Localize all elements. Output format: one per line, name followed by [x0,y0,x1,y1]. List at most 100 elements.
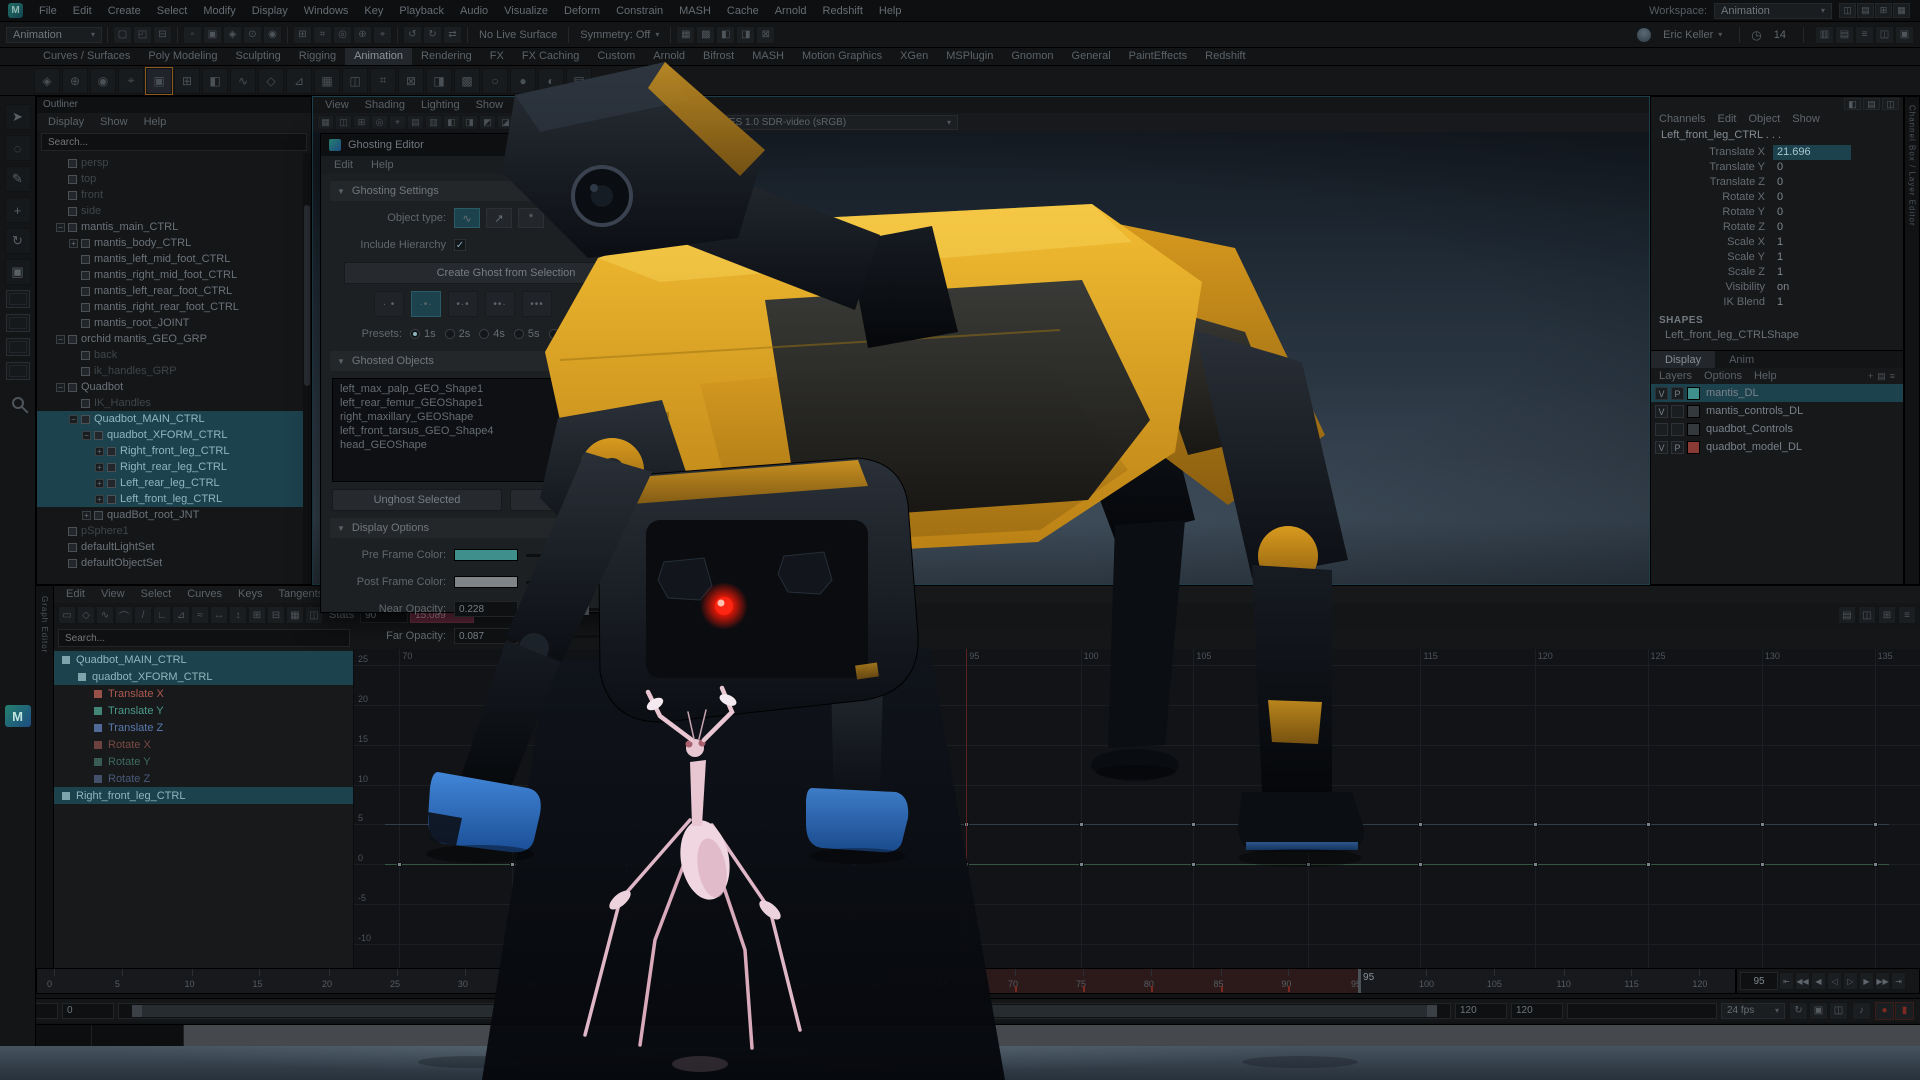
menu-item[interactable]: File [31,0,65,22]
outliner-item[interactable]: − Quadbot [37,379,311,395]
channelbox-side-tab[interactable]: Channel Box / Layer Editor [1904,96,1920,585]
viewport-toolbar-icon[interactable]: ⌖ [389,115,406,130]
layout-single-pane-button[interactable] [6,290,30,308]
graph-tool-icon[interactable]: ▦ [286,606,304,624]
keyframe-dot[interactable] [397,862,402,867]
viewport-toolbar-icon[interactable]: ◫ [335,115,352,130]
layer-visibility-toggle[interactable] [1655,423,1668,436]
symmetry-selector[interactable]: Symmetry: Off ▾ [574,29,665,41]
channelbox-menu-item[interactable]: Object [1748,111,1780,127]
menu-item[interactable]: Redshift [815,0,871,22]
preset-radio-option[interactable]: 10s [549,328,581,340]
channel-attribute-label[interactable]: Rotate X [1651,190,1773,205]
playback-option-icon[interactable]: ▣ [1809,1002,1828,1020]
shape-node-name[interactable]: Left_front_leg_CTRLShape [1651,328,1903,342]
shelf-tool-icon[interactable]: ▩ [454,68,480,94]
channel-attribute-label[interactable]: IK Blend [1651,295,1773,310]
keyframe-dot[interactable] [852,862,857,867]
viewport-toolbar-icon[interactable]: ⊞ [353,115,370,130]
shelf-tool-icon[interactable]: ◧ [202,68,228,94]
menubar-icon[interactable]: ◫ [1839,3,1856,18]
playback-button[interactable]: ▶ [1859,972,1874,990]
outliner-item[interactable]: mantis_left_mid_foot_CTRL [37,251,311,267]
unghost-selected-button[interactable]: Unghost Selected [332,489,502,511]
channel-attribute-value[interactable]: 0 [1773,175,1851,190]
channelbox-display-icon[interactable]: ▤ [1863,98,1880,110]
timeline-playhead[interactable]: 95 [1358,969,1361,993]
colorspace-selector[interactable]: ACES 1.0 SDR-video (sRGB) ▾ [708,115,958,130]
viewport-toolbar-icon[interactable]: ● [587,115,604,130]
expand-toggle-icon[interactable] [56,207,65,216]
menu-item[interactable]: Windows [296,0,357,22]
shelf-tool-icon[interactable]: ◈ [34,68,60,94]
channelbox-menu-item[interactable]: Channels [1659,111,1705,127]
playback-option-icon[interactable]: ↻ [1789,1002,1808,1020]
channel-attribute-label[interactable]: Translate Z [1651,175,1773,190]
ghosted-object-item[interactable]: left_rear_femur_GEOShape1 [340,397,672,410]
channelbox-menu-item[interactable]: Edit [1717,111,1736,127]
animation-curve[interactable] [385,864,1888,865]
expand-toggle-icon[interactable] [56,175,65,184]
channel-attribute-value[interactable]: 1 [1773,265,1851,280]
channel-attribute-label[interactable]: Scale Y [1651,250,1773,265]
snap-icon[interactable]: ⌗ [313,26,332,44]
snap-icon[interactable]: ⊞ [293,26,312,44]
ghosted-object-item[interactable]: head_GEOShape [340,439,672,452]
tool-icon[interactable]: ▣ [5,259,31,285]
animation-curve[interactable] [385,824,1888,825]
shelf-tab[interactable]: FX Caching [513,48,588,65]
outliner-menu-item[interactable]: Display [41,113,91,131]
outliner-item[interactable]: − quadbot_XFORM_CTRL [37,427,311,443]
layer-color-swatch[interactable] [1687,441,1700,454]
shelf-tab[interactable]: PaintEffects [1120,48,1197,65]
shelf-tab[interactable]: Bifrost [694,48,743,65]
channelbox-display-icon[interactable]: ◫ [1882,98,1899,110]
selection-mask-icon[interactable]: ⊙ [243,26,262,44]
shelf-tool-icon[interactable]: ◫ [342,68,368,94]
shelf-tool-icon[interactable]: ● [510,68,536,94]
menu-item[interactable]: Select [149,0,196,22]
outliner-search-input[interactable] [41,133,307,151]
pre-frame-color-slider[interactable] [526,554,674,557]
magnifier-icon[interactable] [12,397,24,409]
viewport-toolbar-icon[interactable]: ◈ [551,115,568,130]
expand-toggle-icon[interactable] [69,287,78,296]
expand-toggle-icon[interactable]: − [56,383,65,392]
menu-item[interactable]: MASH [671,0,719,22]
menubar-icon[interactable]: ▦ [1893,3,1910,18]
ghosted-objects-list[interactable]: left_max_palp_GEO_Shape1left_rear_femur_… [332,378,680,482]
layer-visibility-toggle[interactable]: V [1655,441,1668,454]
graph-search-input[interactable] [58,629,350,647]
channel-attribute-value[interactable]: 0 [1773,220,1851,235]
viewport-menu-item[interactable]: Shading [357,97,413,113]
viewport-toolbar-icon[interactable]: ⊠ [533,115,550,130]
expand-toggle-icon[interactable] [69,351,78,360]
graph-tool-icon[interactable]: ∿ [96,606,114,624]
sidebar-toggle-icon[interactable]: ◫ [1875,26,1894,44]
shelf-tab[interactable]: Sculpting [227,48,290,65]
unghost-all-button[interactable]: Unghost All [510,489,680,511]
graph-editor-menu-item[interactable]: Edit [58,586,93,603]
keyframe-dot[interactable] [1873,822,1878,827]
layer-color-swatch[interactable] [1687,405,1700,418]
expand-toggle-icon[interactable]: − [56,335,65,344]
window-menu-item[interactable]: Help [362,156,403,174]
layout-outliner-persp-button[interactable] [6,362,30,380]
channel-attribute-label[interactable]: Rotate Z [1651,220,1773,235]
keyframe-dot[interactable] [1646,822,1651,827]
expand-toggle-icon[interactable] [56,559,65,568]
shelf-tool-icon[interactable]: ▣ [146,68,172,94]
menu-item[interactable]: Arnold [767,0,815,22]
render-toolbar-icon[interactable]: ◧ [716,26,735,44]
shelf-tab[interactable]: Curves / Surfaces [34,48,139,65]
menu-item[interactable]: Edit [65,0,100,22]
expand-toggle-icon[interactable]: + [95,463,104,472]
keyframe-dot[interactable] [737,862,742,867]
ghosted-object-item[interactable]: left_front_tarsus_GEO_Shape4 [340,425,672,438]
expand-toggle-icon[interactable] [56,527,65,536]
ghost-preset-icon[interactable]: ·•· [411,291,441,317]
menu-item[interactable]: Audio [452,0,496,22]
layer-visibility-toggle[interactable]: V [1655,405,1668,418]
expand-toggle-icon[interactable]: + [69,239,78,248]
shelf-tab[interactable]: Gnomon [1002,48,1062,65]
